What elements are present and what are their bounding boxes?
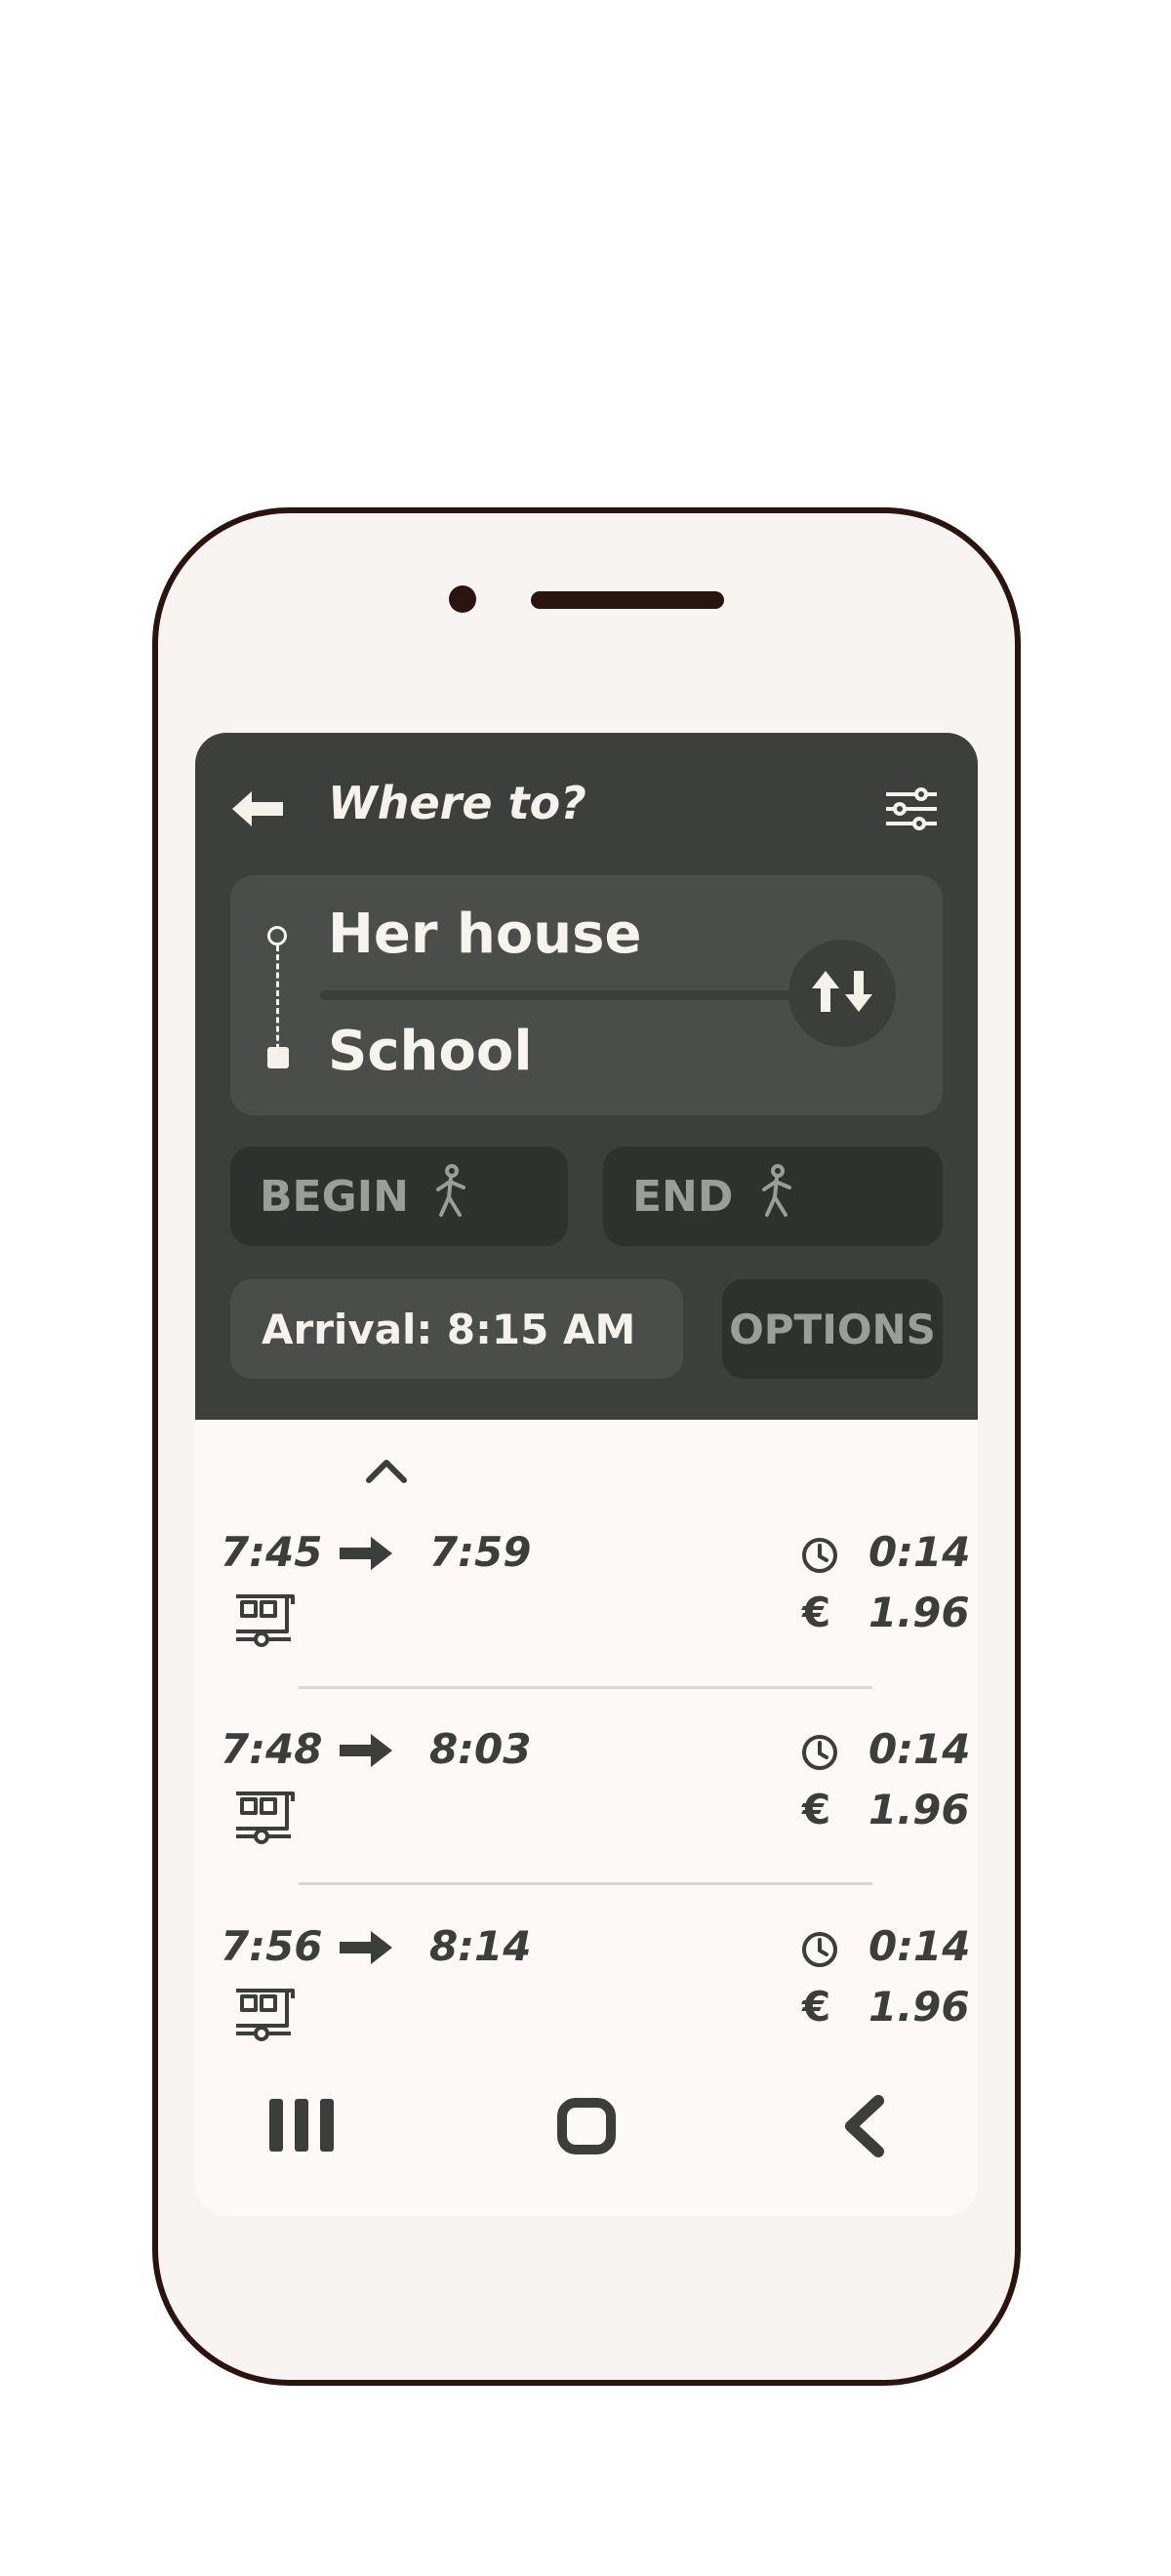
list-divider <box>299 1882 872 1885</box>
clock-icon <box>800 1536 839 1579</box>
chevron-up-icon[interactable] <box>365 1455 408 1488</box>
currency-symbol: € <box>802 1589 831 1636</box>
app-screen: Where to? Her house School BEGIN END Arr… <box>195 733 978 2216</box>
currency-symbol: € <box>802 1786 831 1833</box>
arrive-time: 8:14 <box>429 1922 532 1970</box>
depart-time: 7:48 <box>221 1725 323 1773</box>
clock-icon <box>800 1930 839 1973</box>
trip-price: 1.96 <box>868 1786 970 1833</box>
recents-icon[interactable] <box>267 2097 336 2157</box>
arrive-time: 8:03 <box>429 1725 532 1773</box>
trip-row[interactable]: 7:48 8:03 0:14 € 1.96 <box>195 1725 978 1881</box>
destination-marker-icon <box>267 1047 289 1068</box>
swap-button[interactable] <box>788 940 896 1047</box>
trip-duration: 0:14 <box>868 1922 971 1970</box>
tram-icon <box>232 1987 297 2047</box>
origin-field[interactable]: Her house <box>328 903 641 966</box>
currency-symbol: € <box>802 1983 831 2031</box>
tram-icon <box>232 1790 297 1850</box>
trip-price: 1.96 <box>868 1589 970 1636</box>
trip-row[interactable]: 7:56 8:14 0:14 € 1.96 <box>195 1922 978 2078</box>
earpiece-speaker <box>531 591 724 609</box>
home-icon[interactable] <box>556 2097 617 2159</box>
destination-field[interactable]: School <box>328 1020 533 1083</box>
back-chevron-icon[interactable] <box>839 2095 890 2161</box>
end-label: END <box>632 1171 734 1222</box>
route-divider <box>320 990 837 1000</box>
trip-duration: 0:14 <box>868 1528 971 1576</box>
page-title: Where to? <box>328 777 586 829</box>
clock-icon <box>800 1733 839 1776</box>
tram-icon <box>232 1592 297 1653</box>
arrow-left-icon[interactable] <box>228 787 287 834</box>
depart-time: 7:45 <box>221 1528 323 1576</box>
depart-time: 7:56 <box>221 1922 323 1970</box>
origin-marker-icon <box>267 926 287 946</box>
walking-person-icon <box>434 1163 467 1229</box>
trip-price: 1.96 <box>868 1983 970 2031</box>
sliders-icon[interactable] <box>884 786 939 835</box>
begin-label: BEGIN <box>260 1171 409 1222</box>
walking-person-icon <box>760 1163 793 1229</box>
end-button[interactable]: END <box>603 1147 943 1246</box>
begin-button[interactable]: BEGIN <box>230 1147 568 1246</box>
search-panel: Where to? Her house School BEGIN END Arr… <box>195 733 978 1420</box>
arrival-time-button[interactable]: Arrival: 8:15 AM <box>230 1279 683 1379</box>
swap-vertical-icon <box>810 967 874 1020</box>
arrow-right-icon <box>338 1534 396 1577</box>
trip-row[interactable]: 7:45 7:59 0:14 € 1.96 <box>195 1528 978 1684</box>
route-connector <box>276 946 279 1059</box>
options-button[interactable]: OPTIONS <box>722 1279 943 1379</box>
trip-duration: 0:14 <box>868 1725 971 1773</box>
arrow-right-icon <box>338 1928 396 1971</box>
route-card: Her house School <box>230 875 943 1115</box>
arrive-time: 7:59 <box>429 1528 532 1576</box>
arrow-right-icon <box>338 1731 396 1774</box>
list-divider <box>299 1686 872 1689</box>
front-camera <box>449 585 476 613</box>
